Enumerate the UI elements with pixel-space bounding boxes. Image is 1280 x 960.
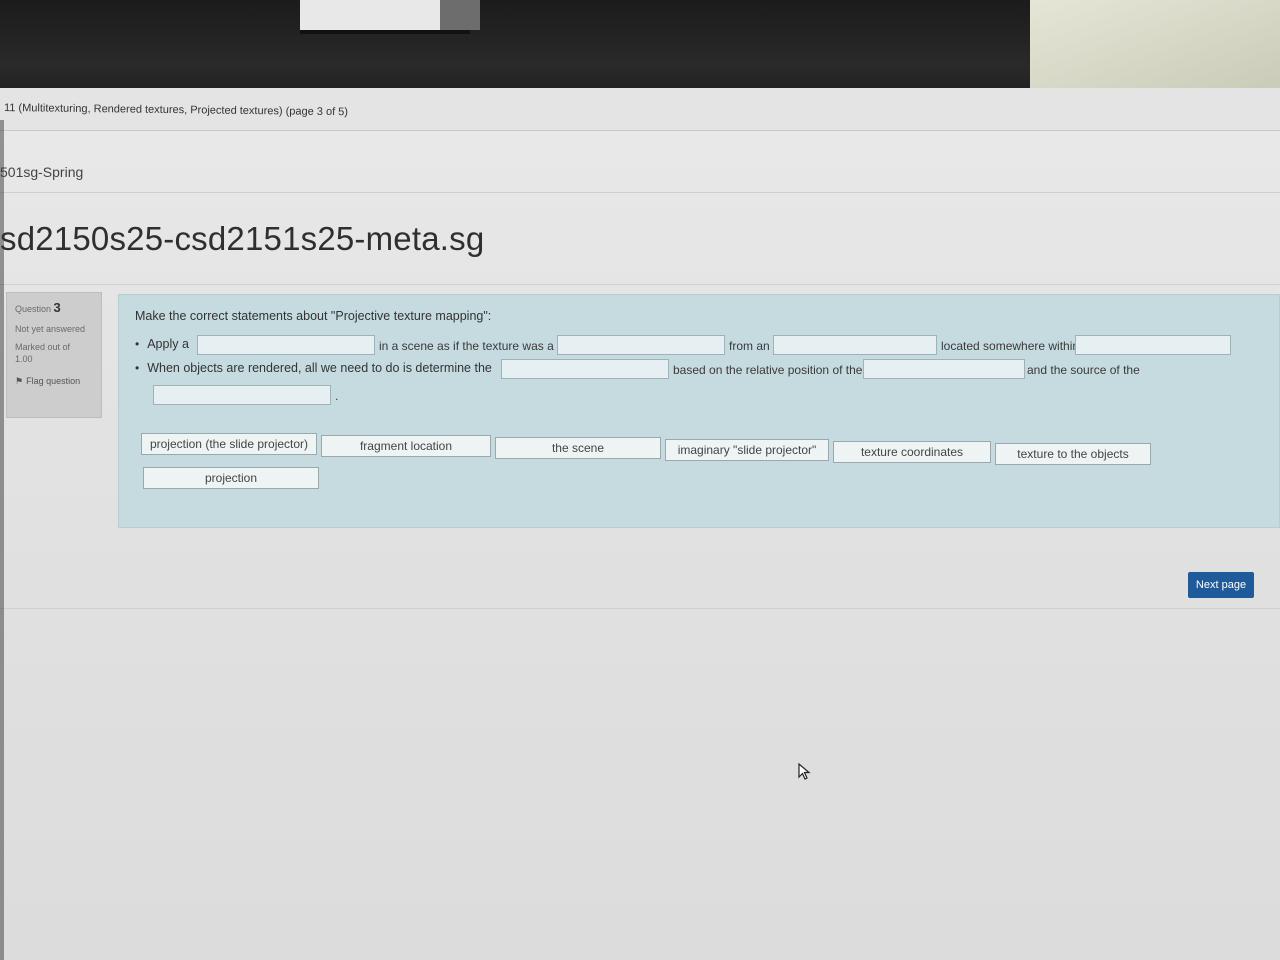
bullet-1-text-3: from an [729,339,770,353]
choice-item[interactable]: texture to the objects [995,443,1151,465]
bullet-1-text-4: located somewhere within [941,339,1080,353]
bullet-2-text-2: based on the relative position of the [673,363,863,377]
bullet-2-start: • When objects are rendered, all we need … [135,361,492,375]
choices-area: projection (the slide projector) fragmen… [141,433,1261,513]
mouse-cursor-icon [798,762,812,786]
question-status: Not yet answered [15,323,86,334]
choice-item[interactable]: projection (the slide projector) [141,433,317,455]
marked-value: 1.00 [15,353,33,364]
drop-zone-5[interactable] [501,359,669,379]
bullet-icon: • [135,337,140,351]
screen-edge [0,120,4,960]
marked-label: Marked out of [15,341,71,352]
drop-zone-2[interactable] [557,335,725,355]
drop-zone-6[interactable] [863,359,1025,379]
divider [0,608,1280,609]
choice-item[interactable]: fragment location [321,435,491,457]
bullet-1-text-2: in a scene as if the texture was a [379,339,554,353]
divider [0,192,1280,193]
background-wall [1030,0,1280,100]
drop-zone-3[interactable] [773,335,937,355]
flag-question-label: Flag question [26,375,81,386]
choice-item[interactable]: texture coordinates [833,441,991,463]
drop-zone-1[interactable] [197,335,375,355]
choice-item[interactable]: the scene [495,437,661,459]
choice-item[interactable]: projection [143,467,319,489]
question-info-panel: Question 3 Not yet answered Marked out o… [6,292,102,418]
question-marks: Marked out of 1.00 [15,341,93,365]
bullet-icon: • [135,361,140,375]
question-label: Question [15,304,52,314]
divider [0,284,1280,285]
drop-zone-4[interactable] [1075,335,1231,355]
next-page-button[interactable]: Next page [1188,572,1254,598]
bullet-1-start: • Apply a [135,337,189,351]
flag-question-link[interactable]: ⚑ Flag question [15,375,93,387]
bullet-2-text-1: When objects are rendered, all we need t… [147,361,492,375]
bullet-2-text-3: and the source of the [1027,363,1140,377]
page-title: sd2150s25-csd2151s25-meta.sg [0,220,485,257]
breadcrumb[interactable]: 501sg-Spring [0,164,83,180]
question-number: 3 [53,300,61,315]
flag-icon: ⚑ [15,375,24,386]
browser-tab-strip: 11 (Multitexturing, Rendered textures, P… [0,88,1280,131]
browser-tab-title[interactable]: 11 (Multitexturing, Rendered textures, P… [4,102,348,118]
question-number-line: Question 3 [15,299,93,317]
background-window-2 [440,0,480,30]
bullet-1-text-1: Apply a [147,337,189,351]
browser-screen: 11 (Multitexturing, Rendered textures, P… [0,88,1280,960]
drop-zone-7[interactable] [153,385,331,405]
choice-item[interactable]: imaginary "slide projector" [665,439,829,461]
question-content: Make the correct statements about "Proje… [118,294,1280,528]
question-prompt: Make the correct statements about "Proje… [135,309,492,323]
bullet-2-text-4: . [335,389,339,403]
